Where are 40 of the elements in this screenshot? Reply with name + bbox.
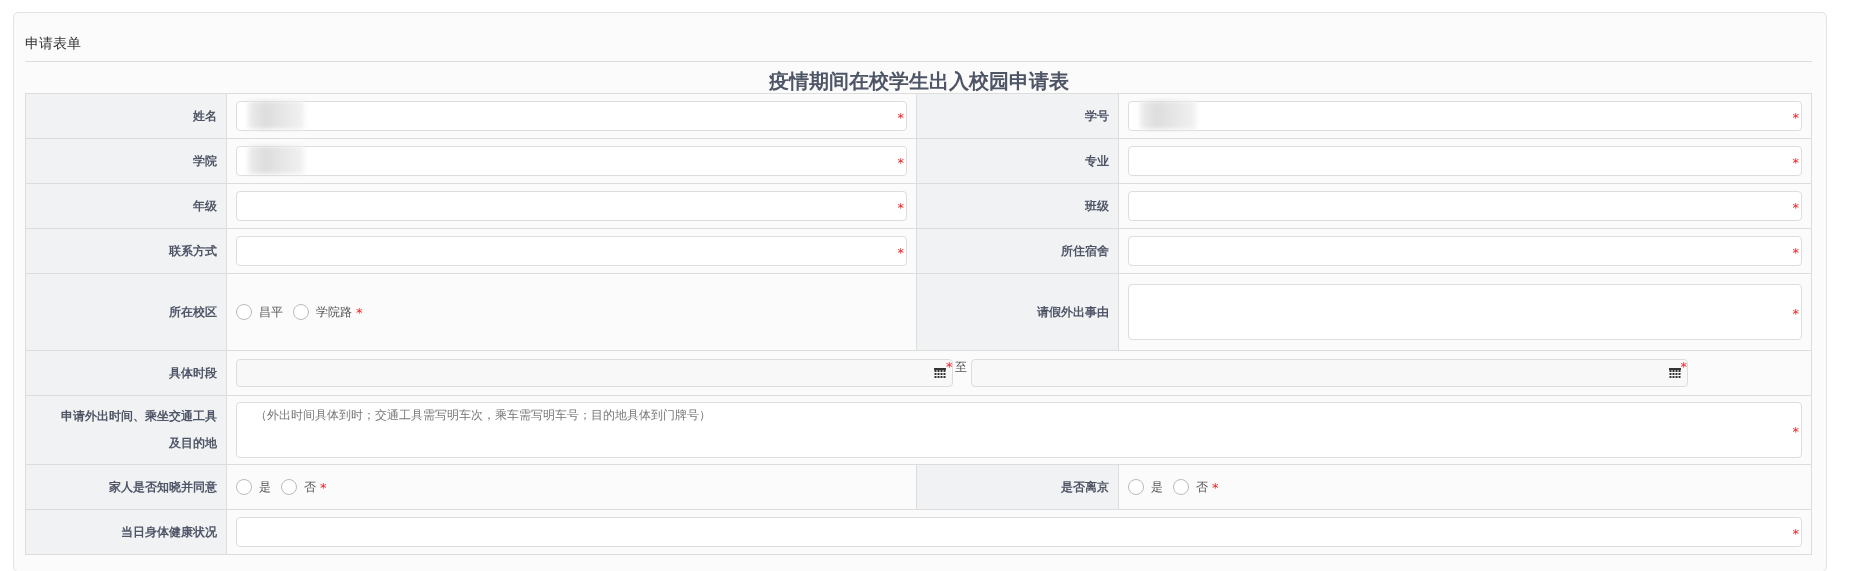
required-mark: * xyxy=(1212,479,1219,495)
radio-option[interactable]: 昌平 xyxy=(236,303,283,321)
field-label: 当日身体健康状况 xyxy=(121,523,217,541)
field-label: 联系方式 xyxy=(169,242,217,260)
field-label: 具体时段 xyxy=(169,364,217,382)
field-label: 学院 xyxy=(193,152,217,170)
required-mark: * xyxy=(897,155,904,169)
required-mark: * xyxy=(1792,245,1799,259)
required-mark: * xyxy=(1792,200,1799,214)
required-mark: * xyxy=(897,200,904,214)
radio-option[interactable]: 是 xyxy=(1128,478,1163,496)
field-label: 所住宿舍 xyxy=(1061,242,1109,260)
required-mark: * xyxy=(1792,155,1799,169)
required-mark: * xyxy=(320,479,327,495)
radio-option[interactable]: 是 xyxy=(236,478,271,496)
field-label: 所在校区 xyxy=(169,303,217,321)
field-label: 班级 xyxy=(1085,197,1109,215)
field-label: 姓名 xyxy=(193,107,217,125)
field-label: 是否离京 xyxy=(1061,478,1109,496)
range-separator: 至 xyxy=(954,359,967,376)
form-title: 疫情期间在校学生出入校园申请表 xyxy=(768,69,1069,93)
field-label: 请假外出事由 xyxy=(1037,303,1109,321)
field-label: 年级 xyxy=(193,197,217,215)
radio-option[interactable]: 否 xyxy=(281,478,316,496)
field-label: 专业 xyxy=(1085,152,1109,170)
field-label: 学号 xyxy=(1085,107,1109,125)
required-mark: * xyxy=(1792,306,1799,320)
radio-option[interactable]: 学院路 xyxy=(293,303,352,321)
required-mark: * xyxy=(1680,359,1687,376)
required-mark: * xyxy=(1792,424,1799,438)
required-mark: * xyxy=(946,359,953,376)
field-label: 家人是否知晓并同意 xyxy=(109,478,217,496)
required-mark: * xyxy=(897,245,904,259)
radio-option[interactable]: 否 xyxy=(1173,478,1208,496)
required-mark: * xyxy=(1792,110,1799,124)
field-label: 申请外出时间、乘坐交通工具及目的地 xyxy=(60,408,217,452)
required-mark: * xyxy=(897,110,904,124)
required-mark: * xyxy=(356,304,363,320)
required-mark: * xyxy=(1792,526,1799,540)
panel-title: 申请表单 xyxy=(25,35,81,53)
